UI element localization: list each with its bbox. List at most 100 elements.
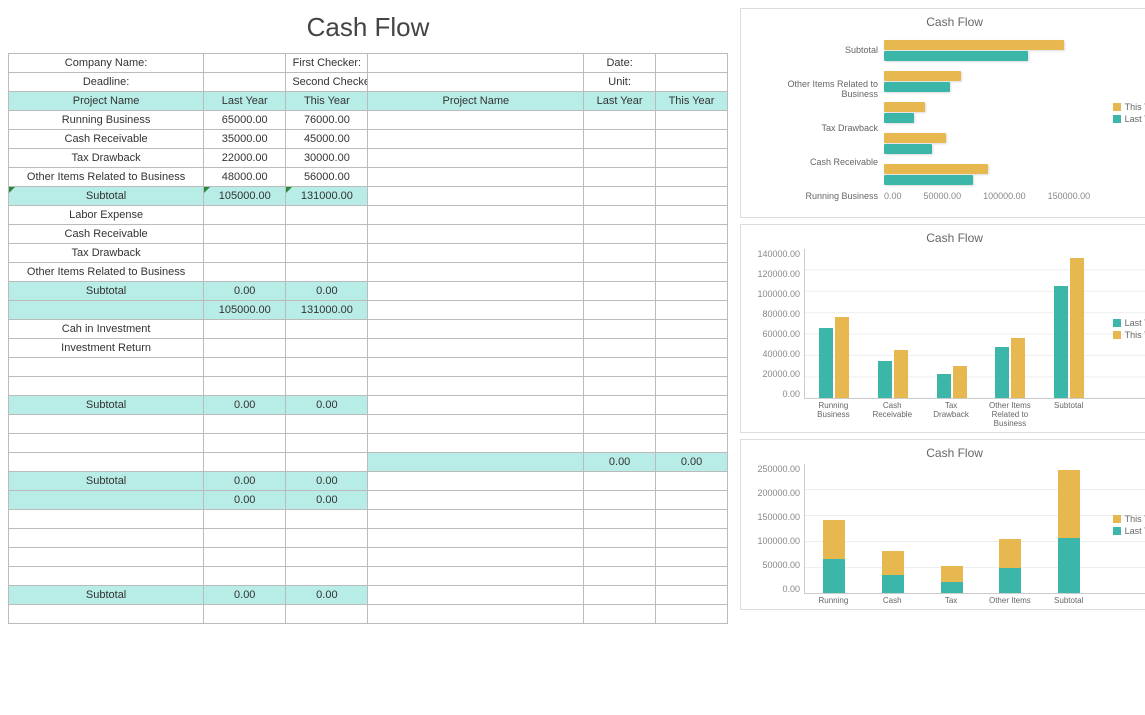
cell[interactable] [9,301,204,320]
cell[interactable] [204,263,286,282]
cell[interactable] [584,586,656,605]
cell[interactable] [656,301,728,320]
cell[interactable] [584,339,656,358]
cell[interactable] [204,510,286,529]
cell[interactable] [204,453,286,472]
cell[interactable] [584,491,656,510]
cell[interactable] [656,225,728,244]
cell[interactable] [9,529,204,548]
cell[interactable] [584,434,656,453]
cell[interactable]: 0.00 [656,453,728,472]
cell[interactable] [656,415,728,434]
cell[interactable] [656,529,728,548]
cell[interactable] [656,358,728,377]
cell[interactable] [368,396,584,415]
cell[interactable] [656,149,728,168]
cell[interactable] [584,377,656,396]
cell[interactable] [204,567,286,586]
cell[interactable]: 56000.00 [286,168,368,187]
cell[interactable] [656,491,728,510]
cell[interactable]: Other Items Related to Business [9,263,204,282]
cell[interactable] [584,320,656,339]
cell[interactable] [584,130,656,149]
cell[interactable] [656,73,728,92]
cell[interactable] [368,434,584,453]
cell[interactable] [584,282,656,301]
cell[interactable] [286,244,368,263]
cell[interactable] [584,472,656,491]
cell[interactable] [368,225,584,244]
cell[interactable] [656,434,728,453]
cell[interactable]: 0.00 [204,586,286,605]
cell[interactable] [368,453,584,472]
cell[interactable] [9,491,204,510]
cell[interactable] [286,225,368,244]
cell[interactable] [584,244,656,263]
cell[interactable] [368,529,584,548]
cell[interactable] [204,548,286,567]
cell[interactable]: 48000.00 [204,168,286,187]
cell[interactable]: 30000.00 [286,149,368,168]
cell[interactable] [656,586,728,605]
cell[interactable] [204,529,286,548]
cell[interactable] [286,434,368,453]
cell[interactable] [9,605,204,624]
cell[interactable]: 0.00 [584,453,656,472]
cell[interactable]: 0.00 [204,472,286,491]
cell[interactable] [286,415,368,434]
cell[interactable] [368,149,584,168]
cell[interactable]: Company Name: [9,54,204,73]
cell[interactable]: Last Year [204,92,286,111]
cell[interactable] [656,187,728,206]
cell[interactable] [584,168,656,187]
cell[interactable] [368,320,584,339]
cell[interactable] [204,415,286,434]
cell[interactable] [204,434,286,453]
cell[interactable] [9,453,204,472]
cell[interactable] [584,529,656,548]
cell[interactable] [9,548,204,567]
cell[interactable] [584,263,656,282]
cell[interactable] [656,282,728,301]
cell[interactable] [368,282,584,301]
cell[interactable] [204,244,286,263]
cell[interactable] [584,548,656,567]
cell[interactable] [656,472,728,491]
cell[interactable] [204,73,286,92]
cell[interactable] [368,377,584,396]
cell[interactable] [204,358,286,377]
cell[interactable]: 0.00 [286,396,368,415]
cell[interactable] [656,377,728,396]
cell[interactable] [204,320,286,339]
cell[interactable]: 0.00 [286,472,368,491]
cell[interactable]: 105000.00 [204,301,286,320]
cell[interactable] [656,548,728,567]
cell[interactable]: First Checker: [286,54,368,73]
cell[interactable] [584,301,656,320]
cell[interactable] [368,130,584,149]
cell[interactable] [368,415,584,434]
cell[interactable]: 0.00 [204,282,286,301]
cell[interactable]: Running Business [9,111,204,130]
cell[interactable] [286,339,368,358]
cell[interactable] [368,605,584,624]
cell[interactable]: 131000.00 [286,187,368,206]
cell[interactable] [656,168,728,187]
cell[interactable]: Tax Drawback [9,244,204,263]
cell[interactable]: Subtotal [9,472,204,491]
cell[interactable] [584,396,656,415]
cell[interactable] [656,396,728,415]
cell[interactable] [656,605,728,624]
cell[interactable] [286,358,368,377]
cell[interactable] [204,225,286,244]
cell[interactable] [656,339,728,358]
cell[interactable] [368,586,584,605]
cell[interactable] [584,415,656,434]
cell[interactable] [204,605,286,624]
cell[interactable] [368,339,584,358]
cell[interactable] [584,567,656,586]
cell[interactable] [656,206,728,225]
cell[interactable]: This Year [656,92,728,111]
cell[interactable] [286,206,368,225]
cell[interactable]: Tax Drawback [9,149,204,168]
